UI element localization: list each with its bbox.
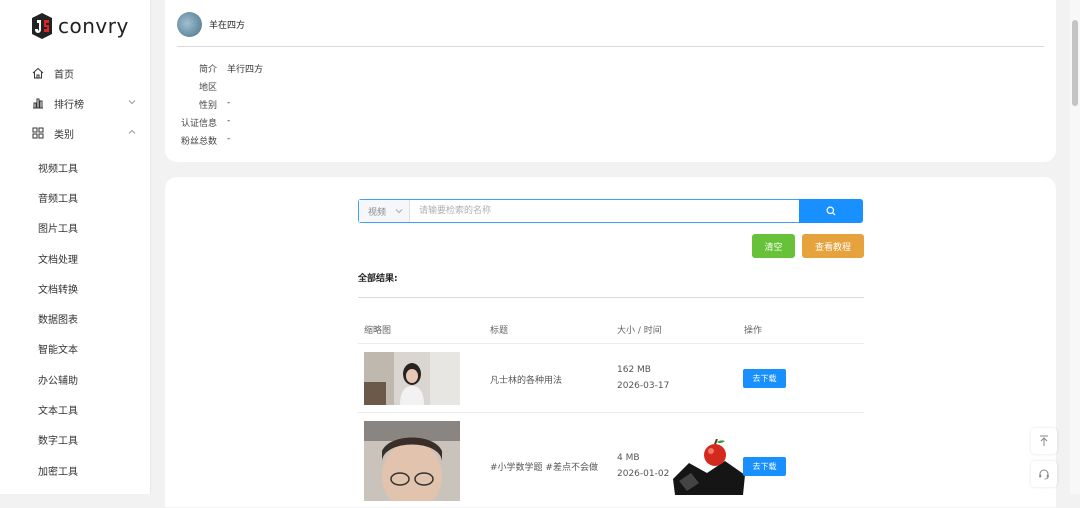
field-value: -: [227, 98, 231, 108]
sub-item-image-tools[interactable]: 图片工具: [0, 213, 150, 243]
row-size: 4 MB: [617, 453, 640, 463]
sub-item-encryption-tools[interactable]: 加密工具: [0, 455, 150, 485]
headset-icon: [1039, 469, 1049, 480]
sub-item-data-charts[interactable]: 数据图表: [0, 303, 150, 333]
sub-item-smart-text[interactable]: 智能文本: [0, 334, 150, 364]
column-header-size-time: 大小 / 时间: [617, 326, 662, 336]
divider: [177, 46, 1044, 47]
download-button[interactable]: 去下载: [743, 369, 786, 388]
profile-card: 羊在四方 简介 羊行四方 地区 性别 - 认证信息 - 粉丝总数 -: [165, 0, 1056, 162]
profile-name: 羊在四方: [209, 21, 246, 31]
download-button[interactable]: 去下载: [743, 457, 786, 476]
row-title: 凡士林的各种用法: [490, 376, 563, 386]
main-nav: 首页 排行榜 类别: [0, 58, 150, 148]
grid-icon: [32, 127, 44, 139]
row-size: 162 MB: [617, 365, 651, 375]
chart-bar-icon: [33, 98, 43, 109]
sub-item-document-conversion[interactable]: 文档转换: [0, 273, 150, 303]
clear-button[interactable]: 清空: [752, 234, 795, 258]
view-tutorial-button[interactable]: 查看教程: [802, 234, 864, 258]
search-input[interactable]: [410, 200, 799, 222]
sub-item-number-tools[interactable]: 数字工具: [0, 425, 150, 455]
type-select-value: 视频: [368, 207, 387, 218]
mascot-sticker-icon: [673, 439, 745, 495]
video-thumbnail-image: [364, 421, 460, 501]
profile-field-verification: 认证信息 -: [165, 116, 565, 130]
nav-item-label: 排行榜: [54, 99, 84, 111]
nav-item-home[interactable]: 首页: [0, 58, 150, 88]
field-value: -: [227, 116, 231, 126]
nav-item-ranking[interactable]: 排行榜: [0, 88, 150, 118]
row-title: #小学数学题 #差点不会做: [490, 463, 598, 473]
home-icon: [32, 67, 44, 79]
customer-service-button[interactable]: [1031, 461, 1057, 487]
scrollbar-thumb[interactable]: [1072, 20, 1078, 106]
field-label: 粉丝总数: [180, 137, 217, 147]
table-row: 凡士林的各种用法 162 MB 2026-03-17 去下载: [358, 343, 864, 413]
video-thumbnail[interactable]: [364, 352, 460, 405]
avatar[interactable]: [177, 12, 202, 37]
sidebar: convry 首页 排行榜 类别 视频工具 音频工具 图片工具 文档处理 文档转…: [0, 0, 151, 494]
profile-field-gender: 性别 -: [165, 98, 565, 112]
results-title: 全部结果:: [358, 274, 398, 284]
column-header-thumbnail: 缩略图: [364, 326, 392, 336]
brand-name: convry: [58, 14, 129, 38]
brand-logo-icon: [32, 13, 52, 39]
chevron-down-icon: [395, 209, 403, 214]
nav-item-category[interactable]: 类别: [0, 118, 150, 148]
field-label: 性别: [198, 101, 217, 111]
profile-field-region: 地区: [165, 80, 565, 94]
field-value: 羊行四方: [227, 65, 264, 75]
search-bar: 视频: [358, 199, 863, 223]
chevron-down-icon: [128, 100, 136, 105]
search-results-card: 视频 清空 查看教程 全部结果: 缩略图 标题 大小 / 时间 操作: [165, 177, 1056, 507]
sub-item-document-processing[interactable]: 文档处理: [0, 243, 150, 273]
search-button[interactable]: [799, 199, 863, 223]
divider: [358, 297, 864, 298]
field-value: -: [227, 134, 231, 144]
sub-item-text-tools[interactable]: 文本工具: [0, 394, 150, 424]
column-header-action: 操作: [744, 326, 763, 336]
field-label: 地区: [198, 83, 217, 93]
row-date: 2026-03-17: [617, 381, 670, 391]
category-sub-list: 视频工具 音频工具 图片工具 文档处理 文档转换 数据图表 智能文本 办公辅助 …: [0, 152, 150, 485]
column-header-title: 标题: [490, 326, 509, 336]
video-thumbnail-image: [364, 352, 460, 405]
sub-item-video-tools[interactable]: 视频工具: [0, 152, 150, 182]
search-icon: [826, 206, 836, 216]
sub-item-audio-tools[interactable]: 音频工具: [0, 182, 150, 212]
arrow-up-icon: [1040, 435, 1048, 446]
chevron-up-icon: [128, 129, 136, 134]
nav-item-label: 首页: [54, 69, 74, 81]
nav-item-label: 类别: [54, 129, 74, 141]
page-scrollbar[interactable]: [1070, 0, 1080, 494]
back-to-top-button[interactable]: [1031, 428, 1057, 454]
video-thumbnail[interactable]: [364, 421, 460, 501]
field-label: 简介: [198, 65, 217, 75]
profile-field-intro: 简介 羊行四方: [165, 62, 565, 76]
profile-field-followers: 粉丝总数 -: [165, 134, 565, 148]
row-date: 2026-01-02: [617, 469, 670, 479]
type-select[interactable]: 视频: [359, 200, 410, 222]
sub-item-office-assist[interactable]: 办公辅助: [0, 364, 150, 394]
brand-logo[interactable]: convry: [30, 12, 129, 40]
field-label: 认证信息: [180, 119, 217, 129]
